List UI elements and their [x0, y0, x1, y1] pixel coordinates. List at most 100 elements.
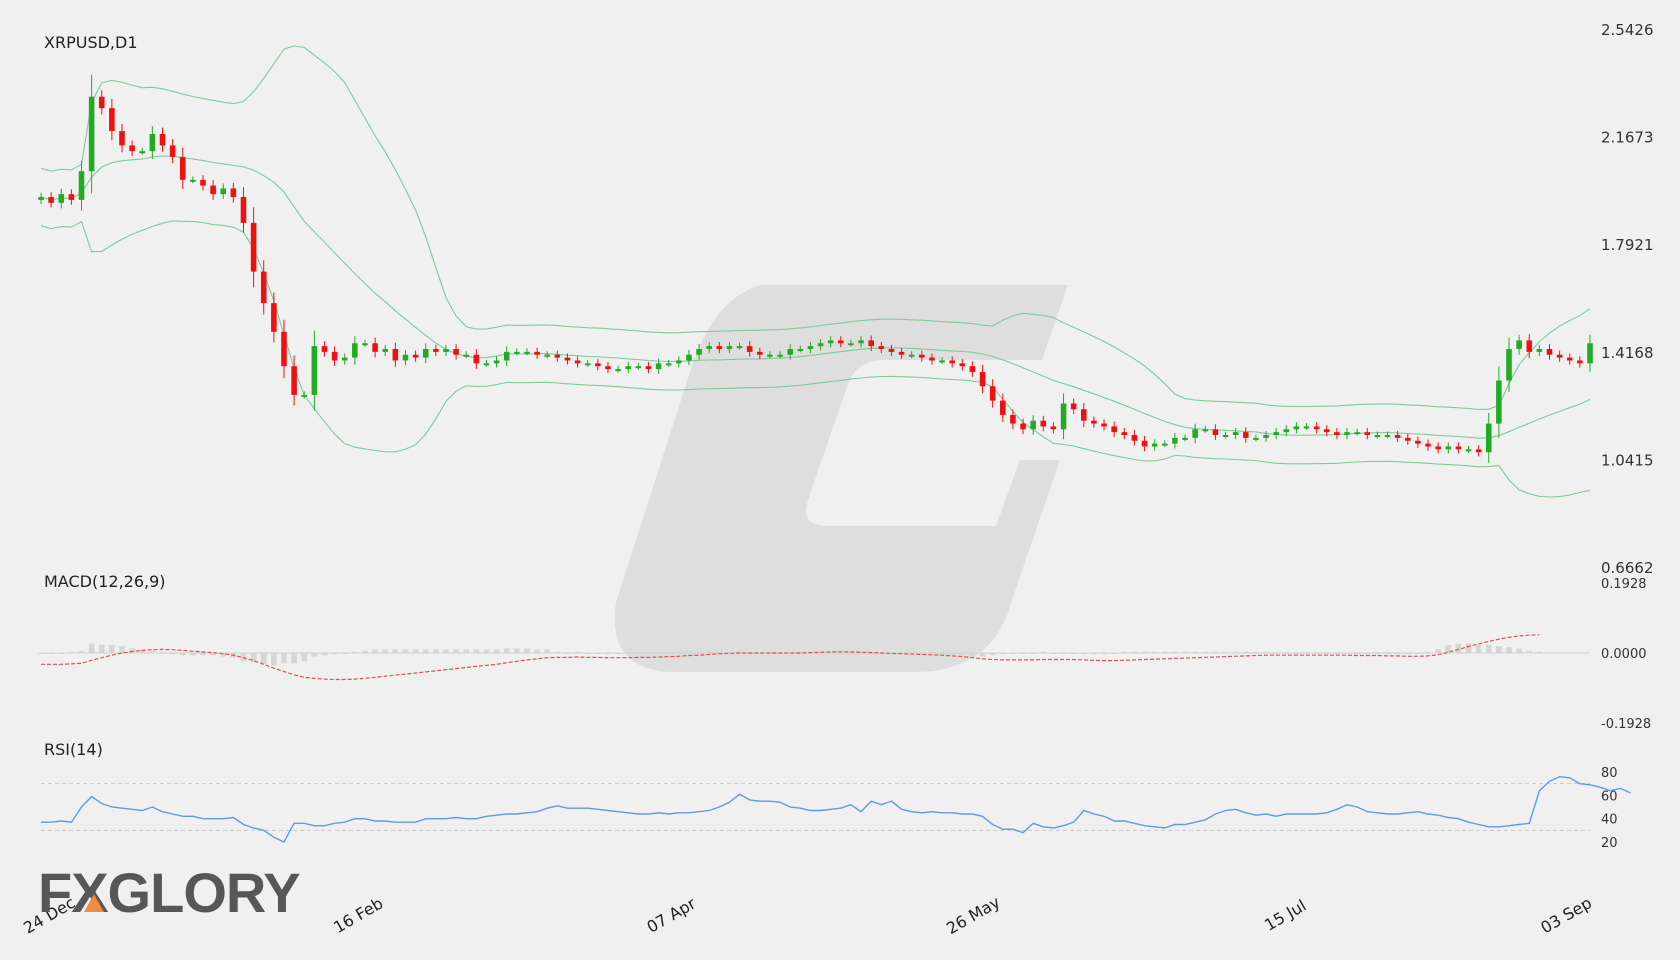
- candle-body: [1313, 426, 1320, 430]
- candle-body: [919, 354, 925, 358]
- candle-body: [1323, 429, 1330, 433]
- candle-body: [1394, 435, 1401, 438]
- candle-body: [1253, 437, 1259, 440]
- candle-body: [1060, 403, 1067, 430]
- candle-body: [1465, 449, 1472, 452]
- candle-body: [1263, 435, 1269, 438]
- candle-body: [503, 351, 510, 361]
- candle-body: [746, 346, 753, 352]
- candle-body: [1050, 426, 1057, 430]
- macd-histogram-bar: [301, 653, 308, 662]
- macd-histogram-bar: [1455, 643, 1462, 653]
- candle-body: [159, 133, 166, 146]
- candle-body: [291, 366, 297, 395]
- candle-body: [230, 188, 237, 198]
- price-tick-label: 0.6662: [1601, 559, 1654, 577]
- candle-body: [149, 133, 156, 152]
- candle-body: [979, 371, 986, 387]
- candle-body: [1030, 420, 1036, 430]
- candle-body: [453, 349, 459, 355]
- macd-histogram-bar: [473, 649, 480, 653]
- candle-body: [463, 354, 469, 357]
- candle-body: [1212, 429, 1219, 436]
- macd-histogram-bar: [534, 649, 540, 653]
- candle-body: [1101, 423, 1107, 427]
- candle-body: [372, 343, 378, 352]
- candle-body: [1040, 420, 1047, 427]
- macd-tick-label: 0.1928: [1601, 577, 1647, 592]
- candle-body: [767, 354, 773, 357]
- candle-body: [169, 145, 176, 157]
- candle-body: [311, 346, 318, 395]
- candle-body: [68, 194, 75, 200]
- macd-histogram-bar: [1506, 647, 1512, 653]
- macd-histogram-bar: [382, 649, 389, 653]
- candle-body: [1172, 437, 1178, 444]
- macd-tick-label: 0.0000: [1601, 647, 1647, 662]
- candle-body: [1242, 432, 1249, 438]
- candle-body: [1384, 435, 1391, 438]
- price-tick-label: 1.7921: [1601, 236, 1654, 254]
- candle-body: [1475, 449, 1482, 453]
- candle-body: [1273, 432, 1279, 436]
- candle-body: [352, 343, 358, 358]
- candle-body: [605, 366, 611, 370]
- macd-histogram-bar: [1475, 644, 1482, 653]
- macd-histogram-bar: [372, 649, 378, 653]
- price-tick-label: 2.5426: [1601, 21, 1654, 39]
- candle-body: [615, 369, 621, 372]
- candle-body: [58, 194, 65, 203]
- candle-body: [524, 351, 530, 354]
- rsi-line: [41, 775, 1631, 843]
- candle-body: [1202, 429, 1209, 432]
- candle-body: [1141, 440, 1148, 447]
- macd-label: MACD(12,26,9): [44, 572, 166, 591]
- candle-body: [1556, 354, 1563, 358]
- candle-body: [696, 349, 702, 355]
- candle-body: [574, 360, 581, 364]
- candle-body: [1091, 420, 1097, 424]
- candle-body: [1435, 446, 1441, 450]
- candle-body: [797, 349, 804, 352]
- candle-body: [1111, 426, 1117, 433]
- candle-body: [210, 185, 216, 195]
- candle-body: [635, 366, 642, 369]
- candle-body: [584, 363, 591, 366]
- candle-body: [655, 363, 662, 370]
- candle-body: [989, 386, 996, 401]
- candle-body: [544, 354, 550, 357]
- macd-histogram-bar: [88, 643, 95, 653]
- candle-body: [220, 188, 227, 195]
- macd-histogram-bar: [503, 648, 510, 653]
- candle-body: [200, 179, 206, 186]
- date-tick-label: 26 May: [943, 892, 1003, 938]
- date-tick-label: 15 Jul: [1261, 896, 1309, 935]
- candle-body: [959, 363, 966, 367]
- candle-body: [726, 346, 733, 350]
- candle-body: [362, 343, 368, 346]
- fxglory-logo: FXGLORY: [38, 861, 301, 924]
- candle-body: [757, 351, 763, 355]
- candle-body: [1010, 414, 1016, 424]
- candle-body: [98, 96, 105, 109]
- candle-body: [443, 349, 449, 352]
- macd-histogram-bar: [402, 649, 409, 653]
- candle-body: [595, 363, 601, 367]
- macd-histogram-bar: [271, 653, 277, 666]
- candle-body: [686, 354, 692, 361]
- candle-body: [1485, 423, 1492, 453]
- candle-body: [1536, 349, 1543, 352]
- candle-body: [554, 354, 561, 358]
- macd-histogram-bar: [1485, 644, 1492, 653]
- macd-histogram-bar: [260, 653, 267, 665]
- candle-body: [392, 349, 399, 361]
- candle-body: [38, 197, 44, 200]
- candle-body: [969, 366, 976, 372]
- candle-body: [1364, 432, 1371, 436]
- candle-body: [1516, 340, 1522, 350]
- candle-body: [898, 351, 905, 355]
- macd-histogram-bar: [544, 649, 550, 653]
- candle-body: [483, 363, 490, 366]
- candle-body: [1192, 429, 1198, 438]
- macd-histogram-bar: [412, 649, 419, 653]
